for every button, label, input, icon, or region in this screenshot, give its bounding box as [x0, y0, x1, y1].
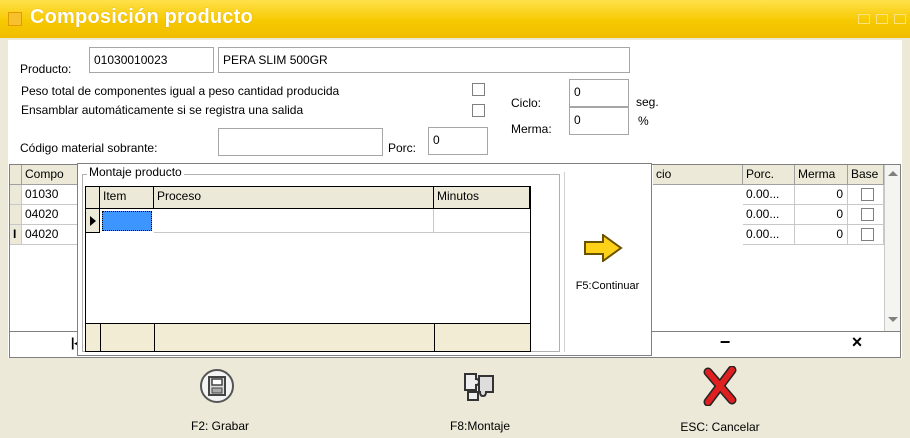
cancelar-label: ESC: Cancelar — [680, 420, 760, 434]
nav-delete-button[interactable]: − — [710, 332, 740, 353]
footer-divider — [434, 324, 435, 352]
cancelar-button[interactable]: ESC: Cancelar — [650, 364, 790, 436]
arrow-right-icon — [584, 234, 623, 262]
grabar-label: F2: Grabar — [190, 419, 250, 433]
merma-unit: % — [638, 114, 649, 128]
cell-merma[interactable]: 0 — [795, 225, 848, 245]
montaje-col-proceso[interactable]: Proceso — [154, 187, 434, 209]
cell-merma[interactable]: 0 — [795, 185, 848, 205]
cell-base[interactable] — [848, 225, 884, 245]
montaje-proceso-cell[interactable] — [154, 209, 434, 233]
cell-component-code[interactable]: 01030 — [22, 185, 84, 205]
ensamblar-checkbox[interactable] — [472, 104, 485, 117]
col-header-merma[interactable]: Merma — [795, 165, 848, 185]
save-icon — [200, 369, 234, 403]
title-bar: Composición producto — [0, 0, 910, 38]
ciclo-field[interactable]: 0 — [569, 79, 629, 107]
footer-divider — [154, 324, 155, 352]
ciclo-label: Ciclo: — [511, 96, 542, 110]
porc-field[interactable]: 0 — [428, 127, 488, 155]
montaje-minutos-cell[interactable] — [434, 209, 530, 233]
peso-total-checkbox[interactable] — [472, 83, 485, 96]
maximize-button[interactable] — [876, 14, 888, 24]
cell-base[interactable] — [848, 185, 884, 205]
close-button[interactable] — [894, 14, 906, 24]
base-checkbox[interactable] — [861, 228, 874, 241]
app-icon — [8, 12, 22, 26]
cancel-x-icon — [703, 366, 737, 406]
cell-porc[interactable]: 0.00... — [743, 225, 795, 245]
button-bar: F2: Grabar F8:Montaje ESC: Cancelar — [0, 358, 910, 438]
merma-field[interactable]: 0 — [569, 107, 629, 135]
grabar-button[interactable]: F2: Grabar — [160, 364, 280, 436]
ciclo-unit: seg. — [636, 95, 659, 109]
continue-label: F5:Continuar — [575, 280, 640, 292]
scroll-up-icon[interactable] — [888, 171, 898, 176]
montaje-grid-corner — [86, 187, 100, 209]
col-header-precio[interactable]: cio — [653, 165, 743, 185]
montaje-label: F8:Montaje — [449, 419, 511, 433]
row-indicator[interactable] — [10, 205, 22, 225]
continue-button[interactable]: F5:Continuar — [564, 172, 649, 352]
base-checkbox[interactable] — [861, 188, 874, 201]
cell-porc[interactable]: 0.00... — [743, 205, 795, 225]
window-title: Composición producto — [30, 6, 253, 28]
scroll-down-icon[interactable] — [888, 317, 898, 322]
product-code-field[interactable]: 01030010023 — [89, 47, 214, 73]
nav-cancel-button[interactable]: × — [842, 332, 872, 353]
sobrante-field[interactable] — [218, 128, 383, 156]
base-checkbox[interactable] — [861, 208, 874, 221]
producto-label: Producto: — [20, 62, 72, 76]
ensamblar-label: Ensamblar automáticamente si se registra… — [21, 103, 304, 117]
sobrante-label: Código material sobrante: — [20, 141, 158, 155]
current-row-arrow-icon — [90, 216, 96, 226]
cell-base[interactable] — [848, 205, 884, 225]
minimize-button[interactable] — [858, 14, 870, 24]
cell-merma[interactable]: 0 — [795, 205, 848, 225]
montaje-item-cell-selected[interactable] — [102, 211, 152, 231]
montaje-dialog: Montaje producto Item Proceso Minutos F5… — [77, 163, 652, 356]
product-name-field[interactable]: PERA SLIM 500GR — [218, 47, 630, 73]
row-indicator[interactable] — [10, 185, 22, 205]
montaje-grid[interactable]: Item Proceso Minutos — [85, 186, 531, 352]
footer-divider — [100, 324, 101, 352]
cell-component-code[interactable]: 04020 — [22, 225, 84, 245]
montaje-footer-row — [86, 323, 530, 352]
cell-porc[interactable]: 0.00... — [743, 185, 795, 205]
peso-total-label: Peso total de componentes igual a peso c… — [21, 84, 340, 98]
grid-corner — [10, 165, 22, 185]
col-header-base[interactable]: Base — [848, 165, 884, 185]
merma-label: Merma: — [511, 122, 552, 136]
puzzle-icon — [464, 373, 494, 401]
col-header-componente[interactable]: Compo — [22, 165, 84, 185]
cell-component-code[interactable]: 04020 — [22, 205, 84, 225]
row-edit-cursor-icon[interactable]: I — [10, 225, 22, 245]
montaje-button[interactable]: F8:Montaje — [420, 364, 540, 436]
grid-vertical-scrollbar[interactable] — [884, 165, 900, 331]
montaje-title: Montaje producto — [87, 165, 184, 179]
current-row-indicator[interactable] — [86, 209, 100, 233]
montaje-col-minutos[interactable]: Minutos — [434, 187, 530, 209]
montaje-col-item[interactable]: Item — [100, 187, 154, 209]
porc-label: Porc: — [388, 141, 417, 155]
col-header-porc[interactable]: Porc. — [743, 165, 795, 185]
